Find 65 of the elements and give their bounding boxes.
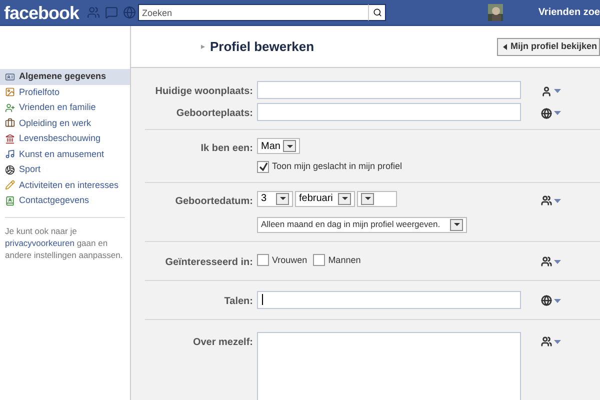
caret-icon <box>554 298 561 302</box>
privacy-note: Je kunt ook naar je privacyvoorkeuren gaan en andere instellingen aanpassen. <box>5 224 124 260</box>
music-note-icon <box>5 149 15 160</box>
logo[interactable]: facebook <box>4 2 80 24</box>
text-field[interactable] <box>257 290 521 308</box>
caret-icon <box>554 89 561 93</box>
sidebar-item[interactable]: Opleiding en werk <box>0 116 130 131</box>
sidebar-item[interactable]: Levensbeschouwing <box>0 131 130 146</box>
field-label: Geïnteresseerd in: <box>165 256 253 268</box>
people-icon <box>541 195 552 206</box>
briefcase-icon <box>5 118 15 128</box>
friend-requests-icon[interactable] <box>87 6 100 19</box>
text-field[interactable] <box>257 81 521 99</box>
caret-icon <box>554 198 561 202</box>
caret-icon <box>554 111 561 115</box>
left-arrow-icon <box>503 44 508 50</box>
text-field[interactable] <box>257 103 521 121</box>
search-icon <box>372 8 382 17</box>
sidebar-item[interactable]: Contactgegevens <box>0 193 130 208</box>
field-label: Geboortedatum: <box>175 196 253 206</box>
sidebar-item[interactable]: Kunst en amusement <box>0 146 130 162</box>
view-profile-button[interactable]: Mijn profiel bekijken <box>497 38 600 56</box>
checkbox-label: Toon mijn geslacht in mijn profiel <box>272 160 402 173</box>
date-dropdown[interactable]: 3 <box>257 190 293 206</box>
people-icon <box>541 336 552 347</box>
id-card-icon <box>5 72 15 82</box>
globe-icon <box>541 295 552 306</box>
sidebar-item[interactable]: Vrienden en familie <box>0 100 130 116</box>
caret-icon <box>554 260 561 264</box>
building-icon <box>5 134 15 144</box>
checkbox-label: Vrouwen <box>272 254 308 266</box>
checkbox-label: Mannen <box>328 254 361 266</box>
sidebar-item[interactable]: Sport <box>0 162 130 178</box>
photo-icon <box>5 87 15 98</box>
pencil-icon <box>5 180 15 190</box>
notifications-icon[interactable] <box>123 6 136 19</box>
sidebar-item[interactable]: Algemene gegevens <box>0 69 130 84</box>
date-dropdown[interactable]: februari <box>295 190 355 206</box>
person-plus-icon <box>5 102 15 113</box>
field-label: Geboorteplaats: <box>176 108 253 119</box>
gender-dropdown[interactable]: Man <box>257 138 300 154</box>
sidebar-item[interactable]: Profielfoto <box>0 84 130 100</box>
checkbox[interactable] <box>257 254 269 266</box>
messages-icon[interactable] <box>105 6 118 19</box>
privacy-link[interactable]: privacyvoorkeuren <box>5 238 74 248</box>
find-friends-link[interactable]: Vrienden zoe <box>538 5 600 20</box>
date-dropdown[interactable] <box>357 190 397 206</box>
field-label: Huidige woonplaats: <box>155 86 253 97</box>
page-title: Profiel bewerken <box>210 38 314 56</box>
search-button[interactable] <box>368 4 386 21</box>
address-book-icon <box>5 196 15 206</box>
checkbox[interactable] <box>313 254 326 266</box>
checkbox[interactable] <box>257 160 269 173</box>
field-label: Over mezelf: <box>192 336 253 348</box>
people-icon <box>541 256 552 267</box>
caret-icon <box>554 340 561 344</box>
sidebar-item[interactable]: Activiteiten en interesses <box>0 178 130 193</box>
globe-icon <box>541 108 552 118</box>
search-field[interactable]: Zoeken <box>138 4 368 21</box>
title-arrow-icon: ▸ <box>201 40 205 52</box>
display-dropdown[interactable]: Alleen maand en dag in mijn profiel weergeven. <box>257 216 467 232</box>
field-label: Talen: <box>224 296 253 306</box>
field-label: Ik ben een: <box>200 143 253 154</box>
ball-icon <box>5 164 15 175</box>
person-icon <box>541 86 552 96</box>
